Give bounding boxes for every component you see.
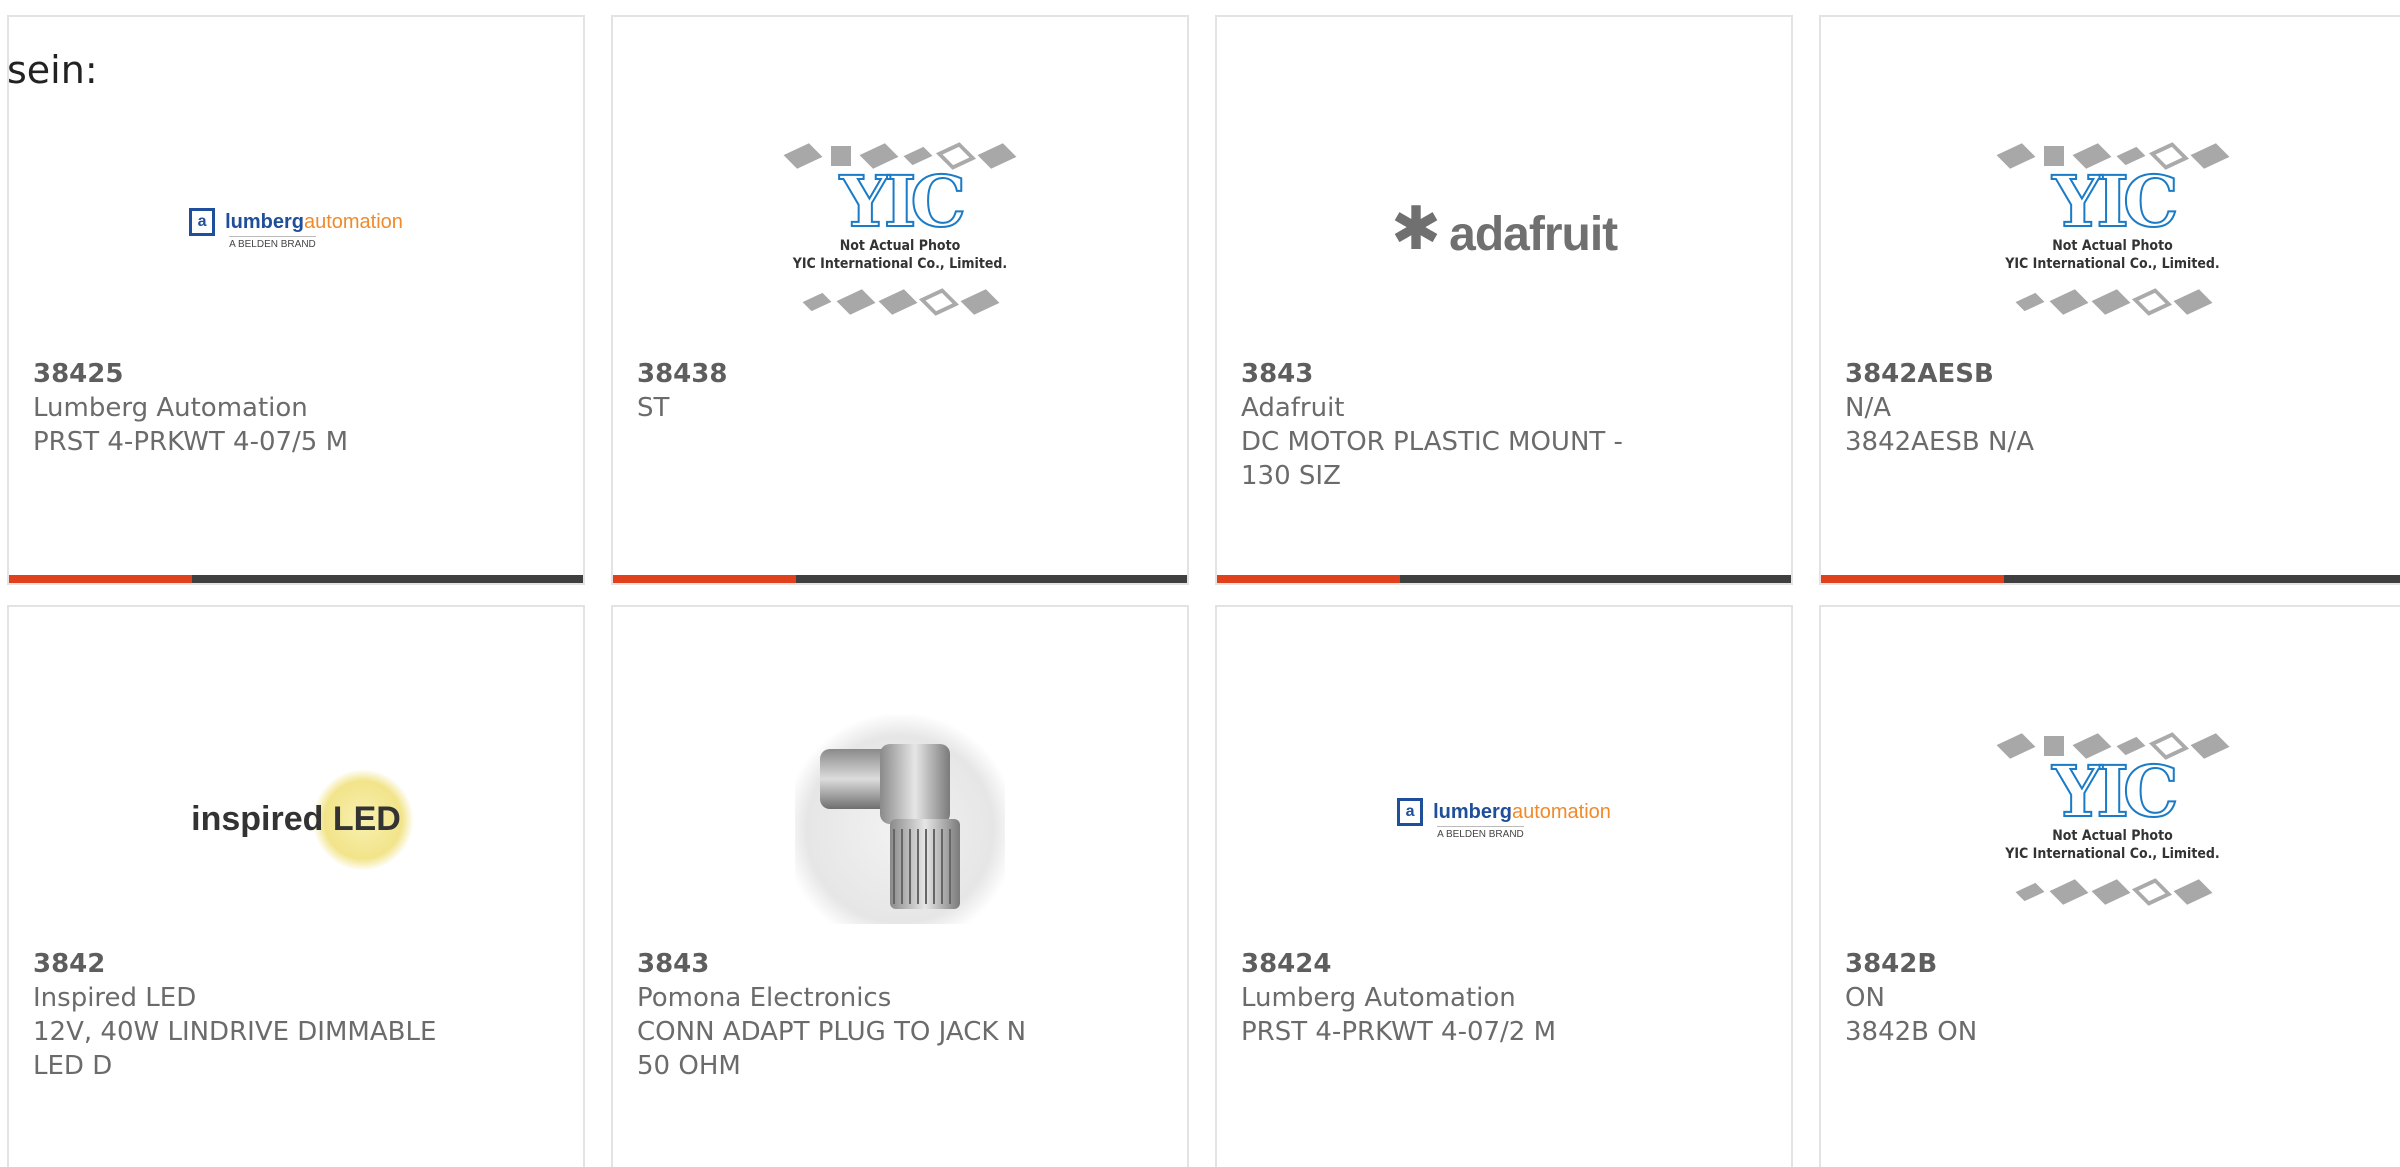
product-grid: a lumbergautomation A BELDEN BRAND 38425… (7, 15, 2400, 1167)
product-info: 3842AESB N/A 3842AESB N/A (1845, 357, 2380, 459)
section-heading: sein: (7, 48, 98, 92)
manufacturer: Lumberg Automation (1241, 983, 1516, 1013)
part-number-link[interactable]: 3843 (1241, 357, 1767, 391)
manufacturer: Adafruit (1241, 393, 1345, 423)
chip-icons (802, 288, 1000, 316)
product-info: 38425 Lumberg Automation PRST 4-PRKWT 4-… (33, 357, 559, 459)
manufacturer: Pomona Electronics (637, 983, 892, 1013)
product-image[interactable]: a lumbergautomation A BELDEN BRAND (1217, 689, 1791, 949)
product-image[interactable]: YIC Not Actual Photo YIC International C… (1821, 689, 2400, 949)
product-card[interactable]: YIC Not Actual Photo YIC International C… (1819, 15, 2400, 585)
product-info: 3842B ON 3842B ON (1845, 947, 2380, 1049)
yic-placeholder-image: YIC Not Actual Photo YIC International C… (1996, 732, 2229, 906)
flower-star-icon: ✱ (1390, 195, 1442, 262)
manufacturer: Lumberg Automation (33, 393, 308, 423)
description: 12V, 40W LINDRIVE DIMMABLE LED D (33, 1017, 437, 1081)
product-image[interactable]: inspired LED (9, 689, 583, 949)
product-card[interactable]: YIC Not Actual Photo YIC International C… (1819, 605, 2400, 1167)
manufacturer: ST (637, 393, 670, 423)
product-info: 3843 Adafruit DC MOTOR PLASTIC MOUNT - 1… (1241, 357, 1767, 493)
part-number-link[interactable]: 3842 (33, 947, 559, 981)
chip-icons (2015, 288, 2212, 316)
part-number-link[interactable]: 38424 (1241, 947, 1767, 981)
description: PRST 4-PRKWT 4-07/2 M (1241, 1017, 1557, 1047)
product-image[interactable]: YIC Not Actual Photo YIC International C… (613, 99, 1187, 359)
yic-logo: YIC (2051, 750, 2179, 833)
description: PRST 4-PRKWT 4-07/5 M (33, 427, 349, 457)
chip-icons (2015, 878, 2212, 906)
yic-logo: YIC (839, 160, 967, 243)
description: DC MOTOR PLASTIC MOUNT - 130 SIZ (1241, 427, 1623, 491)
product-card[interactable]: ✱ adafruit 3843 Adafruit DC MOTOR PLASTI… (1215, 15, 1793, 585)
product-image[interactable]: a lumbergautomation A BELDEN BRAND (9, 99, 583, 359)
part-number-link[interactable]: 3843 (637, 947, 1163, 981)
card-accent-bar (1821, 575, 2004, 583)
part-number-link[interactable]: 38425 (33, 357, 559, 391)
product-info: 3842 Inspired LED 12V, 40W LINDRIVE DIMM… (33, 947, 559, 1083)
card-accent-bar (613, 575, 796, 583)
product-listing-page: sein: a lumbergautomation A BELDEN BRAND… (0, 0, 2400, 1167)
card-bottom-bar (9, 575, 583, 583)
card-bottom-bar (613, 575, 1187, 583)
product-info: 38438 ST (637, 357, 1163, 425)
product-info: 38424 Lumberg Automation PRST 4-PRKWT 4-… (1241, 947, 1767, 1049)
product-image[interactable]: ✱ adafruit (1217, 99, 1791, 359)
description: 3842B ON (1845, 1017, 1978, 1047)
part-number-link[interactable]: 3842AESB (1845, 357, 2380, 391)
yic-logo: YIC (2051, 160, 2179, 243)
description: CONN ADAPT PLUG TO JACK N 50 OHM (637, 1017, 1027, 1081)
product-card[interactable]: YIC Not Actual Photo YIC International C… (611, 15, 1189, 585)
n-connector-photo (795, 714, 1005, 924)
card-bottom-bar (1217, 575, 1791, 583)
manufacturer: Inspired LED (33, 983, 197, 1013)
inspired-led-logo: inspired LED (191, 769, 413, 870)
product-image[interactable] (613, 689, 1187, 949)
product-info: 3843 Pomona Electronics CONN ADAPT PLUG … (637, 947, 1163, 1083)
lumberg-automation-logo: a lumbergautomation A BELDEN BRAND (1397, 798, 1611, 840)
description: 3842AESB N/A (1845, 427, 2034, 457)
card-accent-bar (9, 575, 192, 583)
n-connector-icon (820, 744, 960, 909)
manufacturer: ON (1845, 983, 1885, 1013)
product-card[interactable]: inspired LED 3842 Inspired LED 12V, 40W … (7, 605, 585, 1167)
yic-placeholder-image: YIC Not Actual Photo YIC International C… (783, 142, 1017, 316)
part-number-link[interactable]: 3842B (1845, 947, 2380, 981)
product-image[interactable]: YIC Not Actual Photo YIC International C… (1821, 99, 2400, 359)
card-accent-bar (1217, 575, 1400, 583)
card-bottom-bar (1821, 575, 2400, 583)
product-card[interactable]: a lumbergautomation A BELDEN BRAND 38425… (7, 15, 585, 585)
part-number-link[interactable]: 38438 (637, 357, 1163, 391)
yic-placeholder-image: YIC Not Actual Photo YIC International C… (1996, 142, 2229, 316)
product-card[interactable]: 3843 Pomona Electronics CONN ADAPT PLUG … (611, 605, 1189, 1167)
manufacturer: N/A (1845, 393, 1891, 423)
lumberg-automation-logo: a lumbergautomation A BELDEN BRAND (189, 208, 403, 250)
adafruit-logo: ✱ adafruit (1390, 195, 1618, 262)
product-card[interactable]: a lumbergautomation A BELDEN BRAND 38424… (1215, 605, 1793, 1167)
